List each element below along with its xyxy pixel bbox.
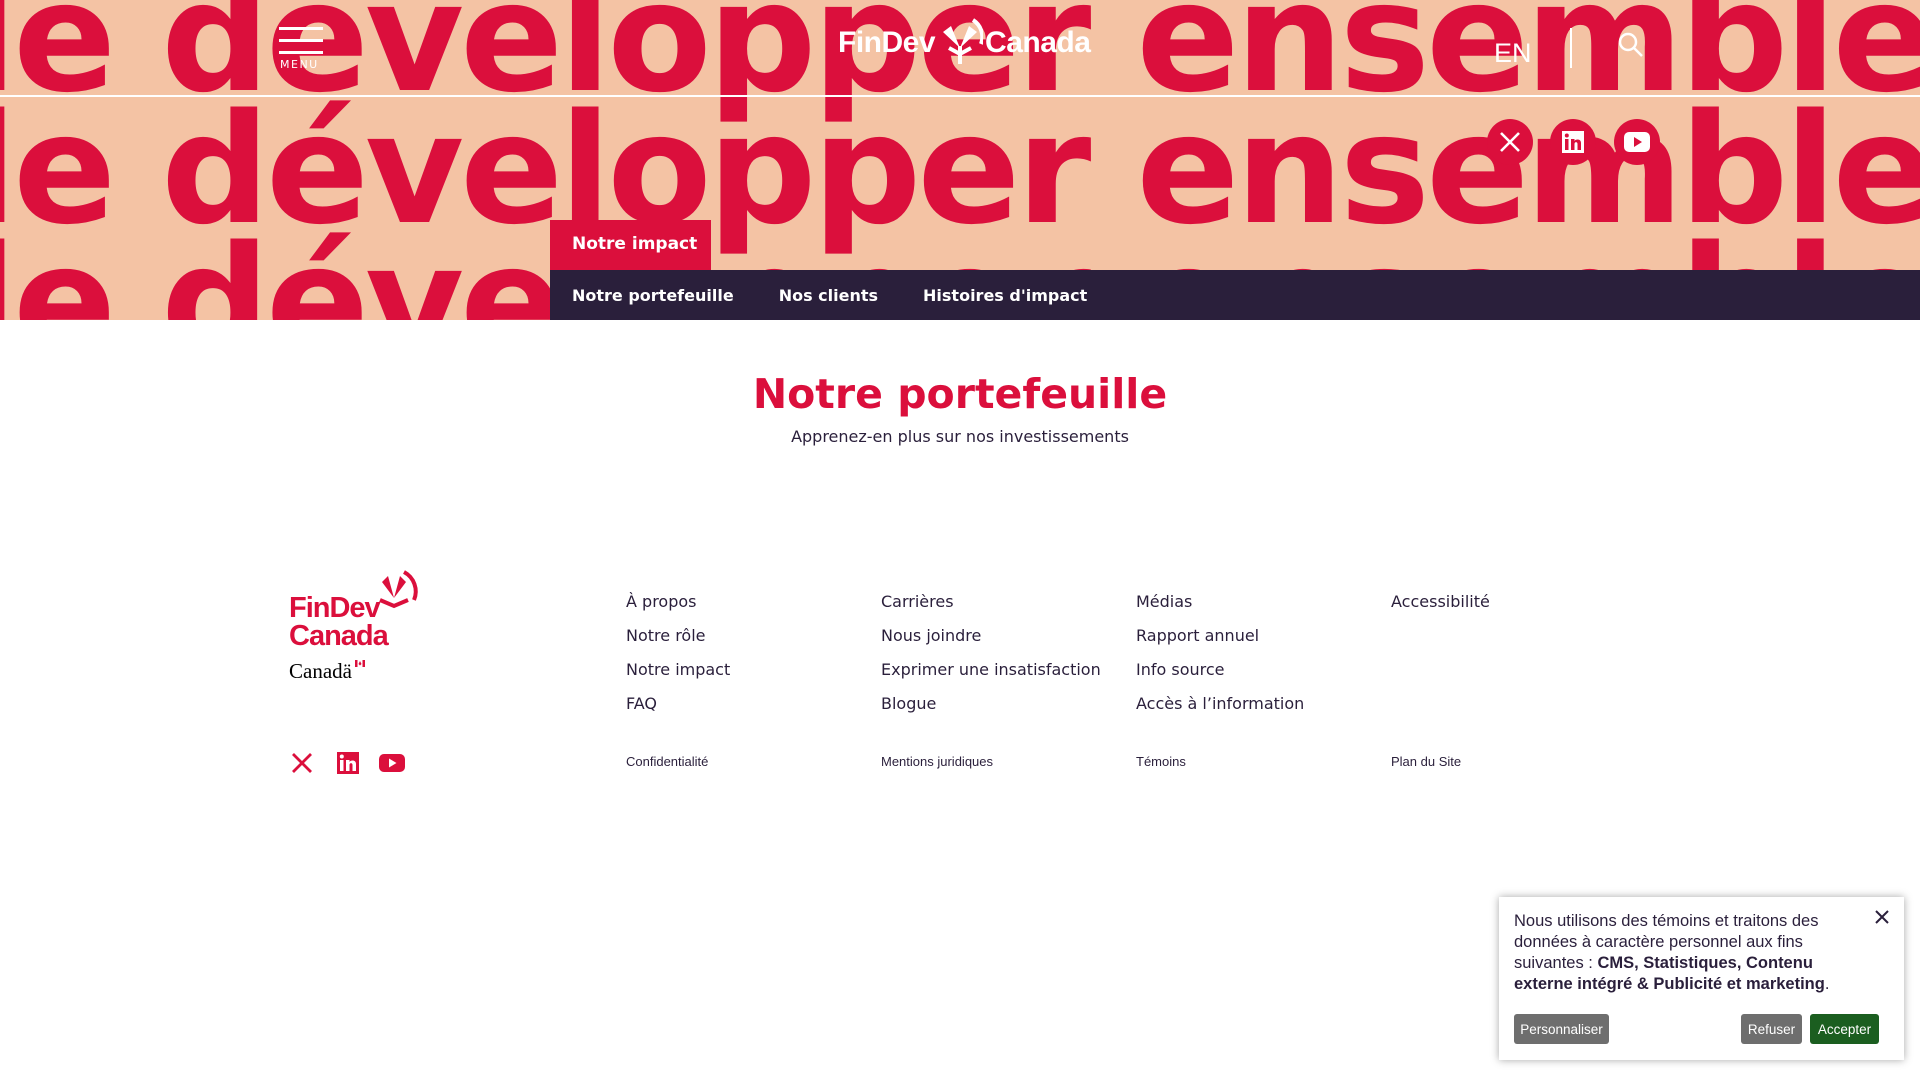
header-divider <box>1570 28 1572 68</box>
logo-text-right: Canada <box>985 26 1091 59</box>
footer-link-nous-joindre[interactable]: Nous joindre <box>881 626 1101 660</box>
subnav-item-portefeuille[interactable]: Notre portefeuille <box>572 286 734 305</box>
cookie-refuse-button[interactable]: Refuser <box>1741 1014 1802 1044</box>
footer-link-faq[interactable]: FAQ <box>626 694 730 728</box>
hamburger-icon <box>279 27 323 30</box>
header-divider-line <box>0 95 1920 97</box>
hamburger-icon-bar <box>279 51 323 54</box>
menu-label: MENU <box>280 58 319 71</box>
logo-text-left: FinDev <box>838 26 936 59</box>
cookie-personalize-button[interactable]: Personnaliser <box>1514 1014 1609 1044</box>
search-icon <box>1618 32 1643 57</box>
footer-link-insatisfaction[interactable]: Exprimer une insatisfaction <box>881 660 1101 694</box>
canada-wordmark-text: Canadä <box>289 659 352 683</box>
footer-link-accessibilite[interactable]: Accessibilité <box>1391 592 1490 626</box>
canada-flag-icon <box>355 660 365 667</box>
footer-legal-mentions[interactable]: Mentions juridiques <box>881 754 993 769</box>
footer-social-youtube-link[interactable] <box>378 749 406 777</box>
maple-leaf-logo-icon <box>943 18 984 64</box>
social-linkedin-link[interactable] <box>1550 119 1596 165</box>
footer-social-x-link[interactable] <box>288 749 316 777</box>
cookie-text: Nous utilisons des témoins et traitons d… <box>1514 911 1859 995</box>
footer-link-notre-role[interactable]: Notre rôle <box>626 626 730 660</box>
footer-link-info-source[interactable]: Info source <box>1136 660 1304 694</box>
section-subnav: Notre portefeuille Nos clients Histoires… <box>550 270 1920 320</box>
footer-legal-confidentialite[interactable]: Confidentialité <box>626 754 708 769</box>
x-icon <box>1500 132 1520 152</box>
footer-column-2: Carrières Nous joindre Exprimer une insa… <box>881 592 1101 728</box>
close-icon <box>1875 910 1889 924</box>
footer-legal-plan-du-site[interactable]: Plan du Site <box>1391 754 1461 769</box>
x-icon <box>292 753 312 773</box>
footer-column-1: À propos Notre rôle Notre impact FAQ <box>626 592 730 728</box>
menu-button[interactable]: MENU <box>279 24 325 71</box>
search-button[interactable] <box>1618 32 1646 60</box>
footer-logo-line2: Canada <box>289 620 389 652</box>
footer-link-a-propos[interactable]: À propos <box>626 592 730 626</box>
site-logo[interactable]: FinDev Canada <box>838 14 1091 72</box>
footer-logo[interactable]: FinDev Canada <box>289 570 419 652</box>
youtube-icon <box>1624 132 1650 152</box>
footer-link-blogue[interactable]: Blogue <box>881 694 1101 728</box>
cookie-accept-button[interactable]: Accepter <box>1810 1014 1879 1044</box>
social-x-link[interactable] <box>1487 119 1533 165</box>
footer-link-medias[interactable]: Médias <box>1136 592 1304 626</box>
hamburger-icon-bar <box>279 39 323 42</box>
subnav-item-histoires[interactable]: Histoires d'impact <box>923 286 1087 305</box>
hero-banner: le développer ensemble de le développer … <box>0 0 1920 320</box>
cookie-close-button[interactable] <box>1874 909 1892 927</box>
footer-legal-temoins[interactable]: Témoins <box>1136 754 1186 769</box>
subnav-item-clients[interactable]: Nos clients <box>779 286 878 305</box>
footer-link-rapport-annuel[interactable]: Rapport annuel <box>1136 626 1304 660</box>
footer-column-3: Médias Rapport annuel Info source Accès … <box>1136 592 1304 728</box>
footer-column-4: Accessibilité <box>1391 592 1490 626</box>
footer-link-acces-information[interactable]: Accès à l’information <box>1136 694 1304 728</box>
page-subtitle: Apprenez-en plus sur nos investissements <box>791 427 1129 446</box>
linkedin-icon <box>337 752 359 774</box>
section-tab-notre-impact[interactable]: Notre impact <box>550 220 711 270</box>
footer-link-carrieres[interactable]: Carrières <box>881 592 1101 626</box>
social-youtube-link[interactable] <box>1614 119 1660 165</box>
youtube-icon <box>379 754 405 772</box>
canada-wordmark: Canadä <box>289 659 365 684</box>
linkedin-icon <box>1562 131 1584 153</box>
footer-link-notre-impact[interactable]: Notre impact <box>626 660 730 694</box>
cookie-consent-banner: Nous utilisons des témoins et traitons d… <box>1499 897 1904 1060</box>
footer-logo-line1: FinDev <box>289 592 381 624</box>
language-toggle[interactable]: EN <box>1494 38 1532 69</box>
footer-social-linkedin-link[interactable] <box>334 749 362 777</box>
cookie-text-end: . <box>1824 975 1830 993</box>
page-title: Notre portefeuille <box>752 370 1168 418</box>
